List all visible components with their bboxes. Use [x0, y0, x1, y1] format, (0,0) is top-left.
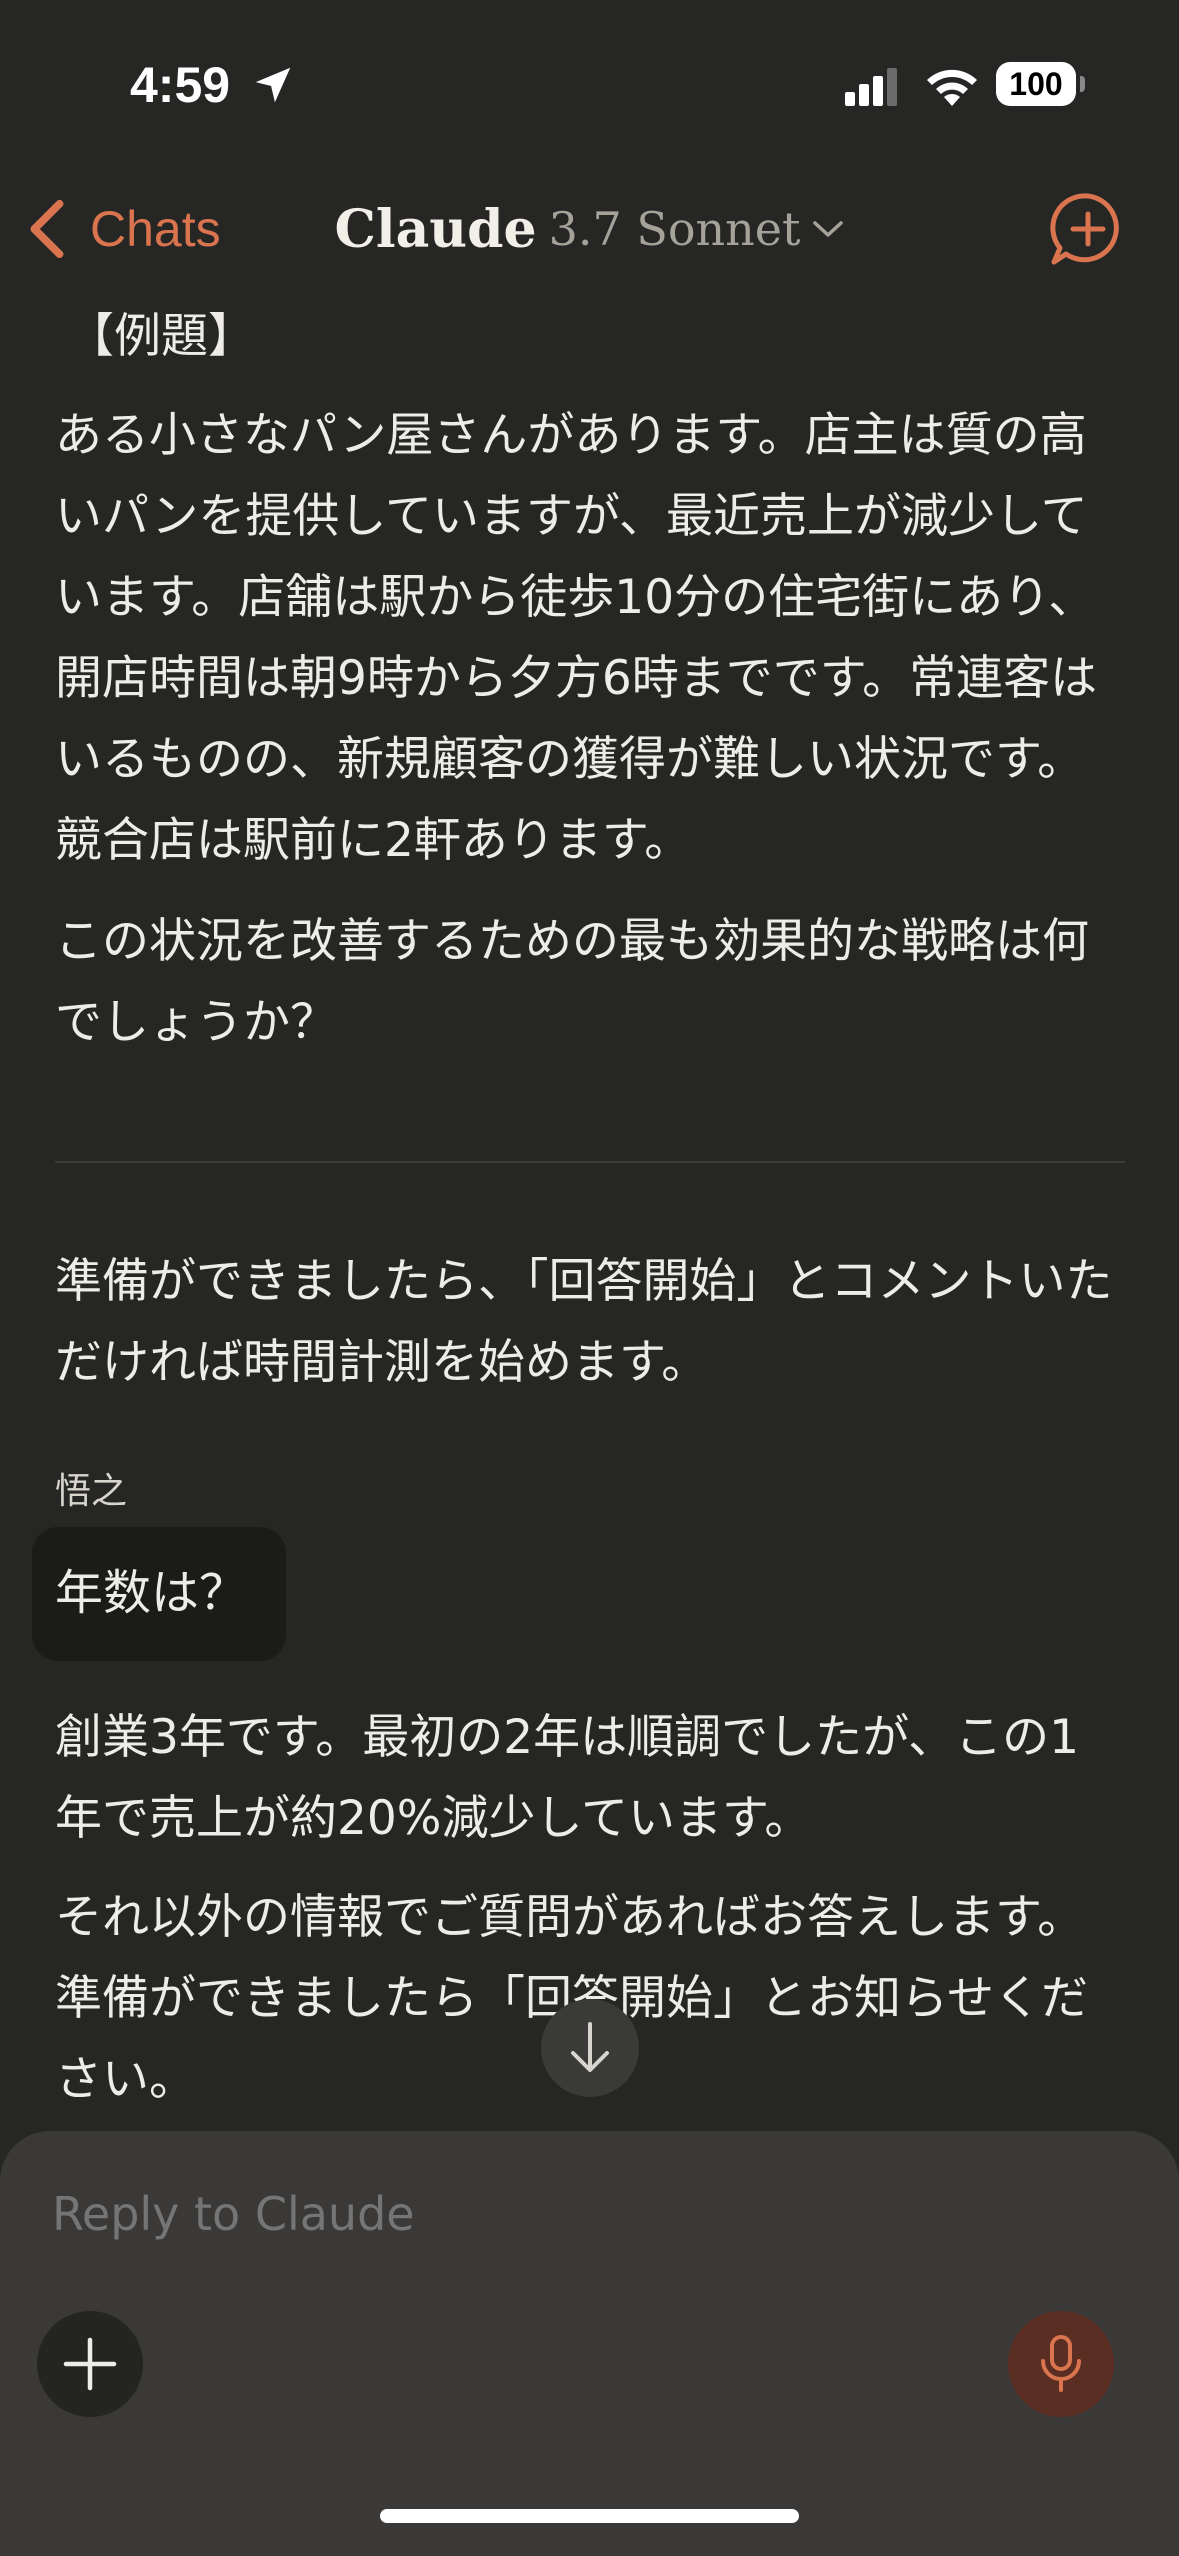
- location-arrow-icon: [255, 67, 291, 103]
- composer: [0, 2131, 1179, 2556]
- new-chat-icon[interactable]: [1048, 190, 1128, 270]
- home-indicator: [380, 2509, 799, 2523]
- chevron-down-icon: [812, 221, 843, 237]
- scroll-to-bottom-button[interactable]: [541, 1999, 639, 2097]
- battery-indicator: 100: [996, 62, 1085, 106]
- voice-input-button[interactable]: [1008, 2311, 1114, 2417]
- user-message-text: 年数は？: [55, 1565, 248, 1621]
- nav-bar: Chats Claude 3.7 Sonnet: [0, 170, 1179, 290]
- arrow-down-icon: [571, 2022, 609, 2072]
- assistant-message-top: 【例題】 ある小さなパン屋さんがあります。店主は質の高いパンを提供していますが、…: [55, 296, 1125, 1063]
- plus-icon: [63, 2337, 117, 2391]
- signal-icon: [845, 68, 897, 106]
- user-message-bubble: 年数は？: [32, 1527, 286, 1661]
- add-attachment-button[interactable]: [37, 2311, 143, 2417]
- divider: [55, 1161, 1125, 1163]
- problem-question: この状況を改善するための最も効果的な戦略は何でしょうか？: [55, 914, 1089, 1050]
- start-instruction: 準備ができましたら、「回答開始」とコメントいただければ時間計測を始めます。: [55, 1254, 1113, 1390]
- wifi-icon: [927, 69, 977, 106]
- model-name: 3.7 Sonnet: [548, 202, 801, 256]
- model-selector[interactable]: Claude 3.7 Sonnet: [0, 194, 1179, 264]
- status-time: 4:59: [130, 57, 231, 113]
- app-title: Claude: [334, 198, 537, 260]
- problem-text: ある小さなパン屋さんがあります。店主は質の高いパンを提供していますが、最近売上が…: [55, 408, 1098, 868]
- user-name: 悟之: [55, 1471, 128, 1512]
- reply-input[interactable]: [52, 2187, 952, 2241]
- reply-text-1: 創業3年です。最初の2年は順調でしたが、この1年で売上が約20%減少しています。: [55, 1710, 1080, 1846]
- microphone-icon: [1041, 2335, 1081, 2392]
- assistant-message-prompt: 準備ができましたら、「回答開始」とコメントいただければ時間計測を始めます。: [55, 1241, 1125, 1403]
- status-bar: 4:59 100: [0, 0, 1179, 170]
- problem-heading: 【例題】: [67, 309, 255, 364]
